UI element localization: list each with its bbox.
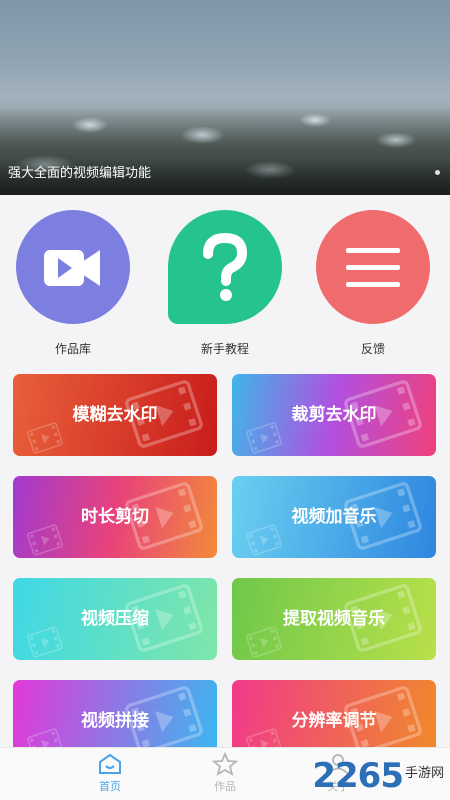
tool-tile[interactable]: 视频加音乐 bbox=[232, 476, 436, 558]
tool-tile-label: 裁剪去水印 bbox=[291, 405, 377, 425]
banner-carousel[interactable]: 强大全面的视频编辑功能 bbox=[0, 0, 450, 195]
shortcut-label: 作品库 bbox=[54, 342, 91, 356]
tool-tile-label: 视频加音乐 bbox=[291, 507, 377, 527]
tool-tile[interactable]: 提取视频音乐 bbox=[232, 578, 436, 660]
shortcut-label: 新手教程 bbox=[200, 342, 249, 356]
tab-label: 作品 bbox=[214, 780, 236, 793]
tool-tile-label: 分辨率调节 bbox=[291, 711, 377, 731]
banner-caption: 强大全面的视频编辑功能 bbox=[8, 166, 152, 181]
watermark-site: 手游网 bbox=[404, 766, 444, 781]
tool-tile-label: 时长剪切 bbox=[81, 507, 149, 527]
tab-label: 首页 bbox=[99, 780, 121, 793]
carousel-indicator-dot[interactable] bbox=[435, 170, 440, 175]
site-watermark: 2265 手游网 bbox=[312, 756, 444, 796]
tool-tile-label: 模糊去水印 bbox=[72, 405, 158, 425]
shortcut-row: 作品库 新手教程 反馈 bbox=[0, 210, 450, 365]
tool-tile[interactable]: 分辨率调节 bbox=[232, 680, 436, 762]
question-mark-icon bbox=[168, 210, 282, 324]
banner-caption-bar: 强大全面的视频编辑功能 bbox=[0, 159, 450, 195]
tool-tile[interactable]: 时长剪切 bbox=[13, 476, 217, 558]
tool-tile-label: 视频拼接 bbox=[81, 711, 149, 731]
shortcut-tutorial[interactable]: 新手教程 bbox=[165, 210, 285, 357]
tool-tile[interactable]: 视频压缩 bbox=[13, 578, 217, 660]
shortcut-feedback[interactable]: 反馈 bbox=[313, 210, 433, 357]
tool-tile[interactable]: 裁剪去水印 bbox=[232, 374, 436, 456]
tool-tile-label: 提取视频音乐 bbox=[283, 609, 385, 629]
shortcut-label: 反馈 bbox=[360, 342, 385, 356]
tool-tile[interactable]: 视频拼接 bbox=[13, 680, 217, 762]
tool-tile-label: 视频压缩 bbox=[81, 609, 149, 629]
shortcut-works-library[interactable]: 作品库 bbox=[13, 210, 133, 357]
watermark-number: 2265 bbox=[312, 756, 404, 796]
menu-lines-icon bbox=[316, 210, 430, 324]
video-camera-icon bbox=[16, 210, 130, 324]
tool-tile[interactable]: 模糊去水印 bbox=[13, 374, 217, 456]
